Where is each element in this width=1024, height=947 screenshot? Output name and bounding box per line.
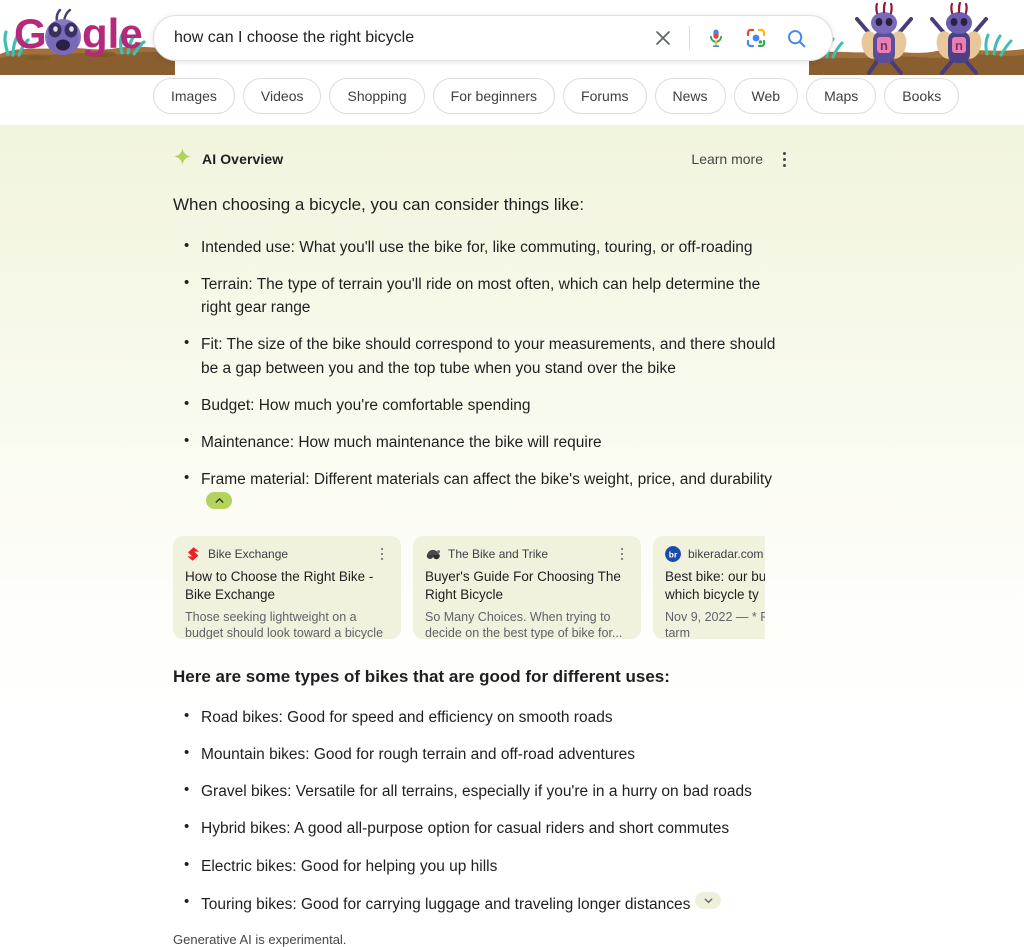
considerations-list: Intended use: What you'll use the bike f… xyxy=(173,235,793,516)
source-cards: Bike Exchange How to Choose the Right Bi… xyxy=(173,535,765,639)
search-filter-tabs: Images Videos Shopping For beginners For… xyxy=(153,78,960,114)
source-card-header: Bike Exchange xyxy=(185,546,389,562)
clear-icon[interactable] xyxy=(643,18,683,58)
list-item: Hybrid bikes: A good all-purpose option … xyxy=(173,816,793,840)
list-item-text: Frame material: Different materials can … xyxy=(201,471,772,489)
filter-chip-for-beginners[interactable]: For beginners xyxy=(432,78,556,114)
google-doodle-logo[interactable]: G gle xyxy=(0,0,175,75)
source-card[interactable]: The Bike and Trike Buyer's Guide For Cho… xyxy=(413,535,641,639)
bikeradar-favicon-icon: br xyxy=(665,545,681,562)
source-card-header: The Bike and Trike xyxy=(425,546,629,562)
microphone-icon[interactable] xyxy=(696,18,736,58)
ai-overview-title: AI Overview xyxy=(202,151,284,167)
ai-sparkle-icon xyxy=(173,147,192,171)
page-header: G gle n n how can I choose the right bic… xyxy=(0,0,1024,75)
filter-chip-forums[interactable]: Forums xyxy=(563,78,647,114)
filter-chip-web[interactable]: Web xyxy=(733,78,799,114)
svg-text:gle: gle xyxy=(82,10,143,57)
ai-overview-panel: AI Overview Learn more When choosing a b… xyxy=(0,125,1024,947)
source-card-snippet: So Many Choices. When trying to decide o… xyxy=(425,609,623,639)
search-actions xyxy=(643,18,832,58)
ai-overview-lead-text: When choosing a bicycle, you can conside… xyxy=(173,195,585,214)
list-item-text: Hybrid bikes: A good all-purpose option … xyxy=(201,820,730,838)
list-item-text: Budget: How much you're comfortable spen… xyxy=(201,396,531,414)
google-lens-icon[interactable] xyxy=(736,18,776,58)
list-item-text: Fit: The size of the bike should corresp… xyxy=(201,336,776,377)
ai-overview-header-left: AI Overview xyxy=(173,147,283,171)
source-card-menu-icon[interactable] xyxy=(375,546,389,562)
source-card-menu-icon[interactable] xyxy=(615,546,629,562)
list-item-text: Intended use: What you'll use the bike f… xyxy=(201,238,753,256)
list-item: Intended use: What you'll use the bike f… xyxy=(173,235,793,259)
svg-text:br: br xyxy=(669,549,678,559)
bike-types-list: Road bikes: Good for speed and efficienc… xyxy=(173,705,793,917)
filter-chip-maps[interactable]: Maps xyxy=(806,78,877,114)
list-item-text: Mountain bikes: Good for rough terrain a… xyxy=(201,745,635,763)
list-item-text: Gravel bikes: Versatile for all terrains… xyxy=(201,783,752,801)
source-card[interactable]: Bike Exchange How to Choose the Right Bi… xyxy=(173,535,401,639)
ai-overview-header-right: Learn more xyxy=(691,149,793,169)
list-item-text: Touring bikes: Good for carrying luggage… xyxy=(201,895,691,913)
bike-and-trike-favicon-icon xyxy=(425,546,441,562)
filter-chip-shopping[interactable]: Shopping xyxy=(329,78,425,114)
source-card-site: Bike Exchange xyxy=(208,546,289,561)
list-item: Touring bikes: Good for carrying luggage… xyxy=(173,891,793,916)
svg-text:n: n xyxy=(955,38,963,53)
list-item: Electric bikes: Good for helping you up … xyxy=(173,854,793,878)
generative-ai-disclaimer: Generative AI is experimental. xyxy=(173,932,347,947)
filter-chip-news[interactable]: News xyxy=(654,78,726,114)
bike-exchange-favicon-icon xyxy=(185,546,201,562)
list-item: Frame material: Different materials can … xyxy=(173,467,793,516)
more-options-icon[interactable] xyxy=(775,149,793,169)
ai-overview-header: AI Overview Learn more xyxy=(173,148,793,170)
source-card-title: Best bike: our buyer's guide to which bi… xyxy=(665,568,765,602)
search-submit-icon[interactable] xyxy=(776,18,816,58)
source-card-header: br bikeradar.com xyxy=(665,545,765,562)
search-bar[interactable] xyxy=(153,15,833,61)
ai-overview-subheading: Here are some types of bikes that are go… xyxy=(173,666,670,686)
list-item: Budget: How much you're comfortable spen… xyxy=(173,393,793,417)
source-card[interactable]: br bikeradar.com Best bike: our buyer's … xyxy=(653,535,765,639)
google-doodle-beetles: n n xyxy=(809,0,1024,75)
svg-text:G: G xyxy=(14,10,47,57)
source-card-title: How to Choose the Right Bike - Bike Exch… xyxy=(185,568,374,602)
filter-chip-videos[interactable]: Videos xyxy=(242,78,322,114)
list-item-text: Road bikes: Good for speed and efficienc… xyxy=(201,708,613,726)
filter-chip-images[interactable]: Images xyxy=(153,78,235,114)
list-item: Fit: The size of the bike should corresp… xyxy=(173,332,793,380)
list-item: Mountain bikes: Good for rough terrain a… xyxy=(173,742,793,766)
expand-chevron-down-icon[interactable] xyxy=(695,891,722,909)
source-card-site: The Bike and Trike xyxy=(448,546,549,561)
collapse-chevron-up-icon[interactable] xyxy=(206,491,232,509)
search-input[interactable] xyxy=(154,29,643,47)
list-item: Gravel bikes: Versatile for all terrains… xyxy=(173,779,793,803)
learn-more-link[interactable]: Learn more xyxy=(691,151,763,167)
list-item-text: Maintenance: How much maintenance the bi… xyxy=(201,434,602,452)
list-item-text: Electric bikes: Good for helping you up … xyxy=(201,857,498,875)
list-item: Road bikes: Good for speed and efficienc… xyxy=(173,705,793,729)
list-item-text: Terrain: The type of terrain you'll ride… xyxy=(201,275,761,317)
list-item: Terrain: The type of terrain you'll ride… xyxy=(173,272,793,320)
source-card-site: bikeradar.com xyxy=(688,546,764,561)
source-card-title: Buyer's Guide For Choosing The Right Bic… xyxy=(425,568,621,602)
svg-text:n: n xyxy=(880,38,888,53)
search-actions-divider xyxy=(689,26,690,50)
filter-chip-books[interactable]: Books xyxy=(884,78,960,114)
source-card-snippet: Nov 9, 2022 — * R riding fast on tarm xyxy=(665,609,765,639)
source-card-snippet: Those seeking lightweight on a budget sh… xyxy=(185,609,384,639)
list-item: Maintenance: How much maintenance the bi… xyxy=(173,430,793,454)
source-cards-carousel[interactable]: Bike Exchange How to Choose the Right Bi… xyxy=(173,535,765,639)
